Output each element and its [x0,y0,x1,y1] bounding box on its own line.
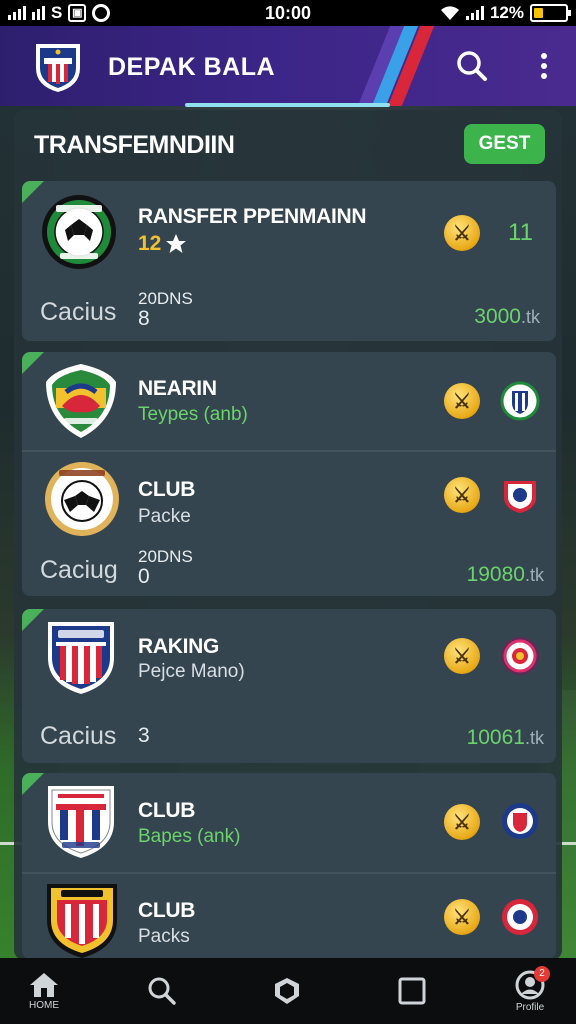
nav-profile-label: Profile [515,1001,545,1013]
active-tab-indicator [185,103,390,107]
player-number: 11 [508,219,533,246]
battery-icon [530,4,571,22]
stat-label: 20DNS [138,289,193,308]
player-name: RAKING [138,635,220,658]
club-crest-icon [45,462,119,536]
carrier-label: S [51,3,63,22]
row-divider [22,872,556,874]
club-badge-icon[interactable] [500,475,540,515]
club-badge-icon[interactable] [500,636,540,676]
price-value: 10061 [466,726,525,749]
player-name: RANSFER PPENMAINN [138,205,367,228]
sync-icon [92,4,111,22]
transfer-price: 19080.tk [404,563,544,587]
card-caption: Cacius [40,298,117,326]
card-corner-accent [22,609,44,631]
price-unit: .tk [524,565,544,585]
battery-percent: 12% [489,3,524,22]
transfer-price: 3000.tk [400,305,540,329]
square-icon [398,977,426,1005]
card-caption: Cacius [40,722,117,750]
player-subtitle: Packe [138,506,191,527]
wifi-icon [440,6,459,20]
cell-signal-icon [465,6,484,20]
price-value: 19080 [466,563,525,586]
home-icon [30,972,58,997]
club-crest-icon [46,364,116,438]
gest-button[interactable]: GEST [464,124,545,164]
price-value: 3000 [474,305,521,328]
nav-squad[interactable] [372,958,452,1024]
club-badge-icon[interactable] [500,801,540,841]
club-crest-icon [48,622,114,694]
section-title: TRANSFEMNDIIN [34,131,235,159]
transfer-price: 10061.tk [404,726,544,750]
status-bar: S ▣ 10:00 12% [0,0,576,26]
player-subtitle: Bapes (ank) [138,826,241,847]
rating-value: 12 [138,232,162,255]
nav-profile[interactable]: Profile 2 [490,958,570,1024]
card-corner-accent [22,352,44,374]
coin-icon[interactable]: ⚔ [444,215,480,251]
shield-icon [275,978,299,1004]
nav-shop[interactable] [247,958,327,1024]
coin-icon[interactable]: ⚔ [444,477,480,513]
app-header: DEPAK BALA [0,26,576,106]
notification-badge: 2 [534,966,550,982]
nav-search[interactable] [122,958,202,1024]
bottom-navigation: HOME Profile 2 [0,958,576,1024]
player-subtitle: Pejce Mano) [138,661,245,682]
coin-icon[interactable]: ⚔ [444,383,480,419]
stat-value: 0 [138,565,150,588]
player-rating: 12 [138,232,187,256]
nav-home-label: HOME [29,999,59,1011]
price-unit: .tk [520,307,540,327]
player-name: NEARIN [138,377,217,400]
player-name: CLUB [138,478,196,501]
stat-value: 3 [138,724,150,747]
coin-icon[interactable]: ⚔ [444,899,480,935]
stat-label: 20DNS [138,547,193,566]
search-icon [148,977,176,1005]
more-menu-button[interactable] [526,48,562,84]
club-badge-icon[interactable] [500,381,540,421]
player-name: CLUB [138,899,196,922]
club-crest-icon [47,884,117,958]
player-name: CLUB [138,799,196,822]
app-logo-icon[interactable] [32,38,84,94]
row-divider [22,450,556,452]
app-title: DEPAK BALA [108,53,276,81]
search-icon [457,51,487,81]
player-subtitle: Packs [138,926,190,947]
search-button[interactable] [454,48,490,84]
gallery-notification-icon: ▣ [68,4,87,22]
player-subtitle: Teypes (anb) [138,404,248,425]
card-caption: Caciug [40,556,118,584]
price-unit: .tk [524,728,544,748]
card-corner-accent [22,773,44,795]
club-crest-icon [42,195,116,269]
star-icon [166,234,187,253]
coin-icon[interactable]: ⚔ [444,638,480,674]
more-vert-icon [541,53,547,79]
signal-icon [8,6,26,20]
coin-icon[interactable]: ⚔ [444,804,480,840]
stat-value: 8 [138,307,150,330]
club-crest-icon [48,786,114,858]
nav-home[interactable]: HOME [4,958,84,1024]
signal-icon-2 [32,6,45,20]
club-badge-icon[interactable] [500,897,540,937]
